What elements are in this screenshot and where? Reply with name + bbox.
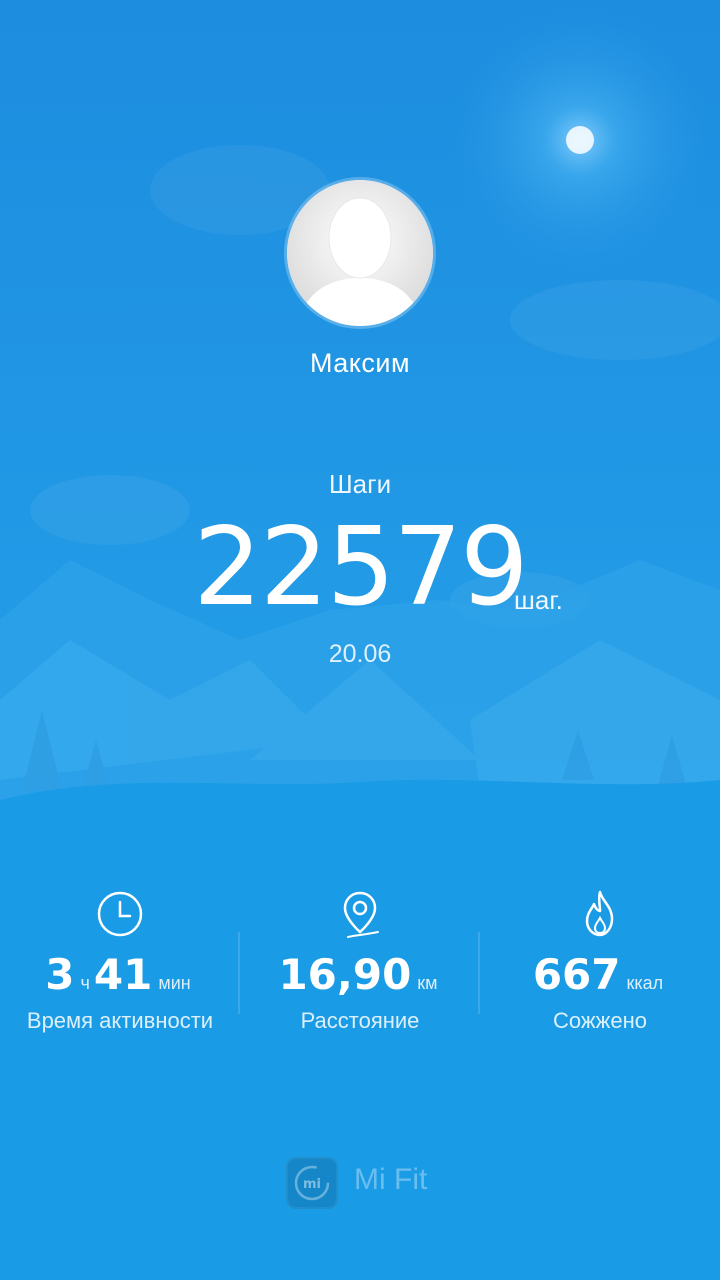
activity-minutes: 41 <box>93 950 153 999</box>
mi-fit-logo: mi <box>286 1157 338 1209</box>
activity-hours-unit: ч <box>80 973 90 993</box>
mi-logo-icon: mi <box>294 1165 330 1201</box>
activity-caption: Время активности <box>26 1008 214 1033</box>
location-pin-icon <box>343 891 379 938</box>
steps-count[interactable]: 22579 <box>160 512 560 624</box>
brand-name: Mi Fit <box>354 1163 428 1196</box>
activity-hours: 3 <box>45 950 75 999</box>
distance-unit: км <box>417 973 438 993</box>
steps-label: Шаги <box>328 469 392 499</box>
svg-text:mi: mi <box>303 1177 321 1192</box>
avatar[interactable] <box>287 180 433 326</box>
stat-activity-time[interactable]: 3 ч41 мин Время активности <box>0 884 240 1044</box>
clock-icon <box>97 891 143 937</box>
stat-distance[interactable]: 16,90 км Расстояние <box>240 884 480 1044</box>
sun <box>566 126 594 154</box>
distance-caption: Расстояние <box>300 1008 420 1033</box>
stat-calories[interactable]: 667 ккал Сожжено <box>480 884 720 1044</box>
flame-icon <box>585 890 614 937</box>
calories-caption: Сожжено <box>553 1008 647 1033</box>
default-user-icon <box>287 180 433 326</box>
steps-date: 20.06 <box>328 640 392 668</box>
activity-minutes-unit: мин <box>158 973 191 993</box>
app-brand: mi Mi Fit <box>286 1157 446 1211</box>
steps-unit: шаг. <box>514 585 563 615</box>
distance-value: 16,90 <box>278 950 412 999</box>
calories-value: 667 <box>532 950 621 999</box>
calories-unit: ккал <box>626 973 664 993</box>
user-name: Максим <box>309 348 411 378</box>
